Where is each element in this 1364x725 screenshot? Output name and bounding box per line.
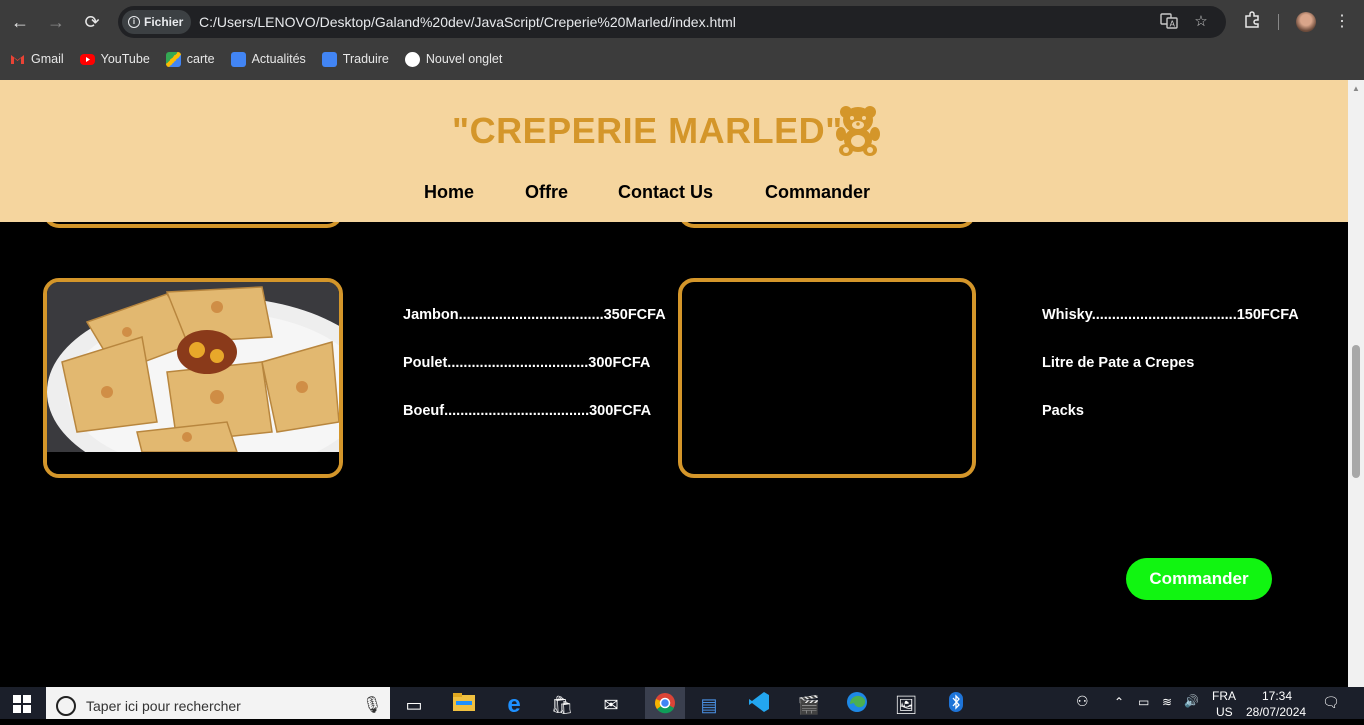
bookmark-label: carte bbox=[186, 52, 215, 66]
address-bar[interactable]: i Fichier C:/Users/LENOVO/Desktop/Galand… bbox=[118, 6, 1226, 38]
menu-item-pate: Litre de Pate a Crepes bbox=[1042, 355, 1195, 371]
menu-item-boeuf: Boeuf...................................… bbox=[403, 403, 652, 419]
wifi-icon[interactable]: ≋ bbox=[1162, 695, 1172, 709]
scrollbar-thumb[interactable] bbox=[1352, 345, 1360, 478]
menu-item-packs: Packs bbox=[1042, 403, 1084, 419]
site-header: "CREPERIE MARLED" Home Offre Contact Us … bbox=[0, 80, 1348, 222]
clock-time[interactable]: 17:34 bbox=[1262, 689, 1292, 703]
maps-icon bbox=[165, 51, 181, 67]
bookmark-carte[interactable]: carte bbox=[165, 51, 215, 67]
bookmark-nouvel-onglet[interactable]: Nouvel onglet bbox=[404, 51, 503, 67]
site-info-label: Fichier bbox=[144, 15, 184, 29]
bookmark-star-icon[interactable]: ☆ bbox=[1191, 12, 1211, 32]
page-content: "CREPERIE MARLED" Home Offre Contact Us … bbox=[0, 80, 1348, 687]
bookmark-label: Gmail bbox=[31, 52, 64, 66]
teddy-bear-icon bbox=[836, 106, 880, 156]
nav-offre[interactable]: Offre bbox=[525, 182, 568, 203]
photos-icon[interactable]: 🖼 bbox=[892, 691, 920, 717]
app-icon[interactable]: ▤ bbox=[695, 691, 723, 717]
edge-icon[interactable] bbox=[843, 691, 871, 717]
youtube-icon bbox=[79, 53, 95, 65]
bluetooth-icon[interactable] bbox=[942, 691, 970, 717]
nav-commander[interactable]: Commander bbox=[765, 182, 870, 203]
cortana-circle-icon bbox=[56, 696, 76, 716]
store-icon[interactable]: 🛍 bbox=[548, 691, 576, 717]
reload-button[interactable]: ⟳ bbox=[80, 10, 104, 34]
info-icon: i bbox=[128, 16, 140, 28]
mail-icon[interactable]: ✉ bbox=[597, 691, 625, 717]
nav-home[interactable]: Home bbox=[424, 182, 474, 203]
url-text[interactable]: C:/Users/LENOVO/Desktop/Galand%20dev/Jav… bbox=[199, 6, 736, 38]
file-explorer-icon[interactable] bbox=[450, 691, 478, 717]
bookmark-actualites[interactable]: Actualités bbox=[230, 51, 306, 67]
notification-icon[interactable]: 🗨 bbox=[1322, 694, 1340, 711]
forward-button[interactable]: → bbox=[44, 10, 68, 34]
crepes-photo bbox=[47, 282, 339, 474]
bookmarks-bar: Gmail YouTube carte Actualités Traduire … bbox=[0, 46, 508, 72]
news-icon bbox=[230, 51, 246, 67]
video-editor-icon[interactable]: 🎬 bbox=[795, 691, 823, 717]
bookmark-label: Nouvel onglet bbox=[425, 52, 503, 66]
back-button[interactable]: ← bbox=[8, 10, 32, 34]
language-top[interactable]: FRA bbox=[1212, 689, 1236, 703]
empty-image-frame bbox=[678, 278, 976, 478]
menu-item-whisky: Whisky..................................… bbox=[1042, 307, 1299, 323]
chrome-icon[interactable] bbox=[645, 687, 685, 719]
svg-text:A: A bbox=[1170, 20, 1176, 29]
scroll-up-icon[interactable]: ▲ bbox=[1352, 84, 1360, 93]
page-scrollbar[interactable]: ▲ bbox=[1348, 80, 1364, 687]
kebab-menu-icon[interactable]: ⋮ bbox=[1330, 10, 1354, 34]
microphone-icon[interactable]: 🎙 bbox=[362, 695, 382, 715]
site-title: "CREPERIE MARLED" bbox=[452, 110, 843, 151]
edge-legacy-icon[interactable]: e bbox=[500, 691, 528, 718]
browser-toolbar: ← → ⟳ i Fichier C:/Users/LENOVO/Desktop/… bbox=[0, 0, 1364, 44]
volume-icon[interactable]: 🔊 bbox=[1184, 694, 1199, 708]
bookmark-gmail[interactable]: Gmail bbox=[10, 52, 64, 67]
windows-start-icon[interactable] bbox=[8, 693, 36, 719]
toolbar-divider bbox=[1278, 14, 1279, 30]
translate-icon bbox=[321, 51, 337, 67]
globe-icon bbox=[404, 51, 420, 67]
language-bottom[interactable]: US bbox=[1216, 705, 1233, 719]
windows-taskbar: Taper ici pour rechercher 🎙 ▭ e 🛍 ✉ ▤ 🎬 … bbox=[0, 687, 1364, 719]
bookmark-traduire[interactable]: Traduire bbox=[321, 51, 389, 67]
menu-item-jambon: Jambon..................................… bbox=[403, 307, 666, 323]
browser-chrome: ← → ⟳ i Fichier C:/Users/LENOVO/Desktop/… bbox=[0, 0, 1364, 80]
taskbar-search-placeholder: Taper ici pour rechercher bbox=[86, 698, 241, 714]
battery-icon[interactable]: ▭ bbox=[1138, 695, 1149, 709]
bookmark-label: Traduire bbox=[342, 52, 389, 66]
menu-item-poulet: Poulet..................................… bbox=[403, 355, 651, 371]
nav-contact-us[interactable]: Contact Us bbox=[618, 182, 713, 203]
taskbar-search-box[interactable]: Taper ici pour rechercher 🎙 bbox=[46, 687, 390, 719]
crepes-image-frame bbox=[43, 278, 343, 478]
people-icon[interactable]: ⚇ bbox=[1076, 693, 1089, 710]
clock-date[interactable]: 28/07/2024 bbox=[1246, 705, 1306, 719]
translate-icon[interactable]: A bbox=[1159, 12, 1179, 32]
extensions-icon[interactable] bbox=[1240, 10, 1264, 34]
site-info-chip[interactable]: i Fichier bbox=[122, 10, 192, 34]
profile-avatar[interactable] bbox=[1296, 12, 1316, 32]
bookmark-youtube[interactable]: YouTube bbox=[79, 52, 150, 66]
vscode-icon[interactable] bbox=[745, 691, 773, 717]
chevron-up-icon[interactable]: ⌃ bbox=[1114, 695, 1124, 709]
bookmark-label: YouTube bbox=[100, 52, 150, 66]
commander-button[interactable]: Commander bbox=[1126, 558, 1272, 600]
bookmark-label: Actualités bbox=[251, 52, 306, 66]
task-view-icon[interactable]: ▭ bbox=[400, 691, 428, 717]
gmail-icon bbox=[10, 52, 25, 67]
